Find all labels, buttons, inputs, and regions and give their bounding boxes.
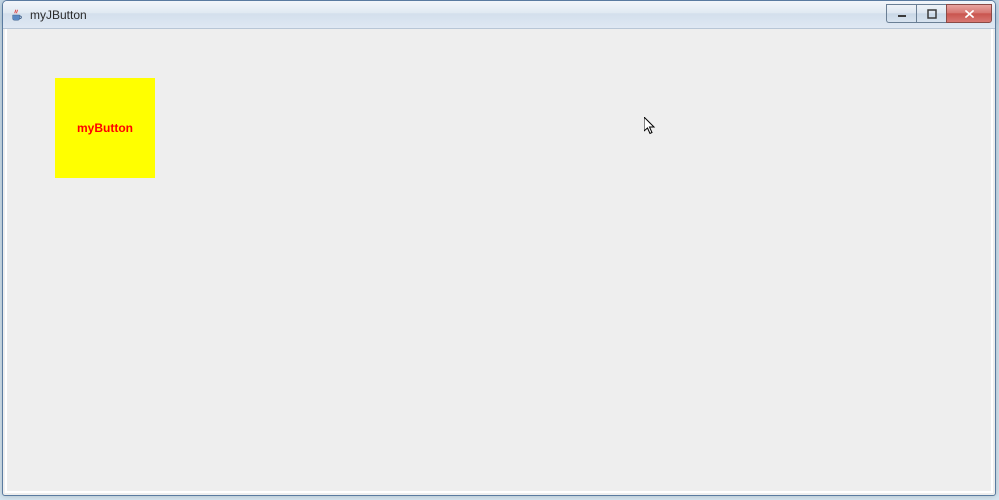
application-window: myJButton myButton — [2, 0, 996, 496]
window-controls — [886, 4, 992, 23]
content-pane: myButton — [5, 29, 993, 493]
maximize-button[interactable] — [916, 4, 946, 23]
my-button[interactable]: myButton — [55, 78, 155, 178]
window-title: myJButton — [30, 8, 886, 22]
titlebar[interactable]: myJButton — [3, 1, 995, 29]
java-cup-icon — [9, 7, 25, 23]
minimize-button[interactable] — [886, 4, 916, 23]
close-button[interactable] — [946, 4, 992, 23]
